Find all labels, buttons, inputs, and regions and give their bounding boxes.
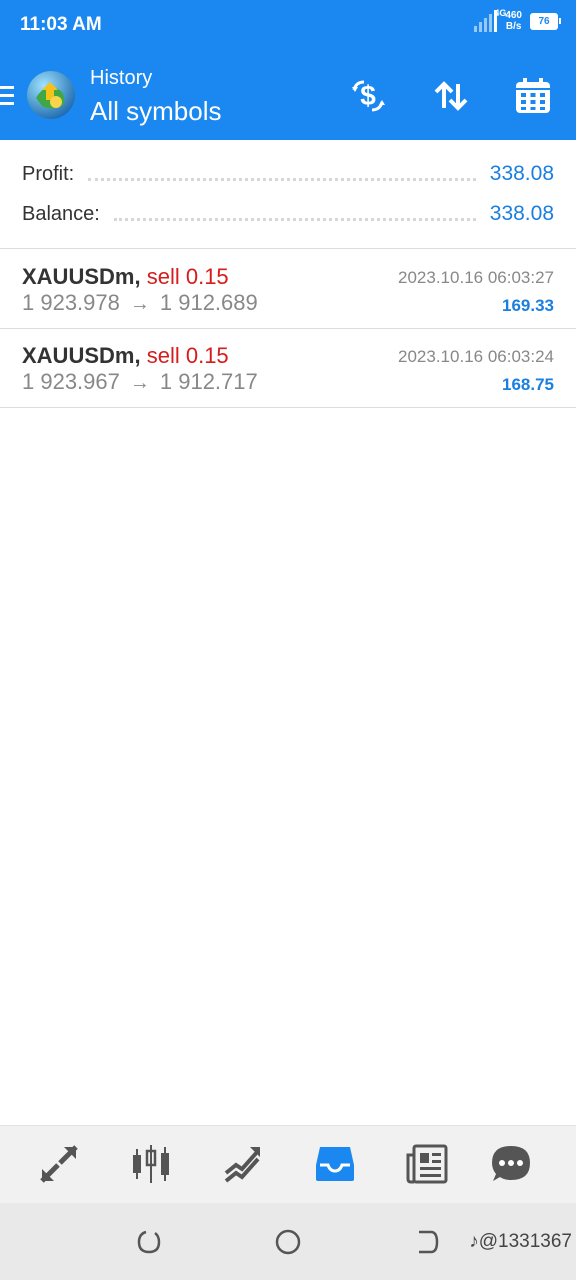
status-bar: 11:03 AM 4G 460 B/s 76 bbox=[0, 0, 576, 52]
deal-prices: 1 923.978 → 1 912.689 bbox=[22, 290, 258, 316]
profit-label: Profit: bbox=[22, 162, 75, 185]
header-title[interactable]: All symbols bbox=[90, 96, 221, 127]
dotted-leader bbox=[113, 208, 476, 221]
deal-profit: 169.33 bbox=[502, 296, 554, 315]
quotes-icon[interactable] bbox=[37, 1142, 81, 1186]
arrow-icon: → bbox=[129, 372, 150, 394]
deal-type: sell 0.15 bbox=[146, 343, 229, 368]
deal-type: sell 0.15 bbox=[146, 264, 229, 289]
deal-row[interactable]: XAUUSDm, sell 0.15 1 923.967 → 1 912.717 2… bbox=[0, 329, 576, 408]
messages-icon[interactable] bbox=[489, 1142, 533, 1186]
news-icon[interactable] bbox=[405, 1142, 449, 1186]
watermark: ♪@1331367 bbox=[469, 1231, 572, 1252]
deal-symbol: XAUUSDm bbox=[22, 343, 135, 368]
deal-time: 2023.10.16 06:03:27 bbox=[398, 268, 554, 287]
deal-profit: 168.75 bbox=[502, 375, 554, 394]
status-indicators: 4G 460 B/s 76 bbox=[474, 8, 561, 32]
battery-icon: 76 bbox=[530, 12, 561, 30]
home-icon[interactable] bbox=[273, 1227, 303, 1257]
deal-symbol: XAUUSDm bbox=[22, 264, 135, 289]
chart-icon[interactable] bbox=[129, 1142, 173, 1186]
close-price: 1 912.717 bbox=[159, 369, 258, 394]
calendar-icon[interactable] bbox=[511, 74, 555, 118]
network-type: 4G bbox=[494, 8, 507, 18]
open-price: 1 923.967 bbox=[22, 369, 120, 394]
profit-value: 338.08 bbox=[489, 162, 554, 185]
deal-row[interactable]: XAUUSDm, sell 0.15 1 923.978 → 1 912.689 2… bbox=[0, 250, 576, 329]
status-time: 11:03 AM bbox=[20, 14, 102, 35]
deal-title: XAUUSDm, sell 0.15 bbox=[22, 343, 229, 368]
app-logo bbox=[26, 70, 76, 120]
bottom-navigation bbox=[0, 1125, 576, 1204]
dotted-leader bbox=[88, 168, 476, 181]
close-price: 1 912.689 bbox=[159, 290, 258, 315]
signal-icon: 4G bbox=[474, 8, 506, 32]
recent-apps-icon[interactable] bbox=[134, 1227, 164, 1257]
balance-value: 338.08 bbox=[489, 202, 554, 225]
system-navigation: ♪@1331367 bbox=[0, 1203, 576, 1280]
currency-exchange-icon[interactable]: $ bbox=[346, 74, 390, 118]
back-icon[interactable] bbox=[412, 1227, 442, 1257]
open-price: 1 923.978 bbox=[22, 290, 120, 315]
svg-text:$: $ bbox=[360, 80, 376, 111]
arrow-icon: → bbox=[129, 293, 150, 315]
history-icon[interactable] bbox=[313, 1142, 357, 1186]
network-speed: 460 B/s bbox=[505, 10, 522, 32]
balance-row: Balance: 338.08 bbox=[22, 199, 554, 229]
summary-panel: Profit: 338.08 Balance: 338.08 bbox=[0, 140, 576, 249]
profit-row: Profit: 338.08 bbox=[22, 159, 554, 189]
deal-title: XAUUSDm, sell 0.15 bbox=[22, 264, 229, 289]
deal-prices: 1 923.967 → 1 912.717 bbox=[22, 369, 258, 395]
deal-time: 2023.10.16 06:03:24 bbox=[398, 347, 554, 366]
header-subtitle: History bbox=[90, 67, 153, 89]
app-bar: History All symbols $ bbox=[0, 52, 576, 140]
menu-icon[interactable] bbox=[0, 86, 16, 106]
sort-icon[interactable] bbox=[429, 74, 473, 118]
trade-icon[interactable] bbox=[221, 1142, 265, 1186]
balance-label: Balance: bbox=[22, 202, 100, 225]
